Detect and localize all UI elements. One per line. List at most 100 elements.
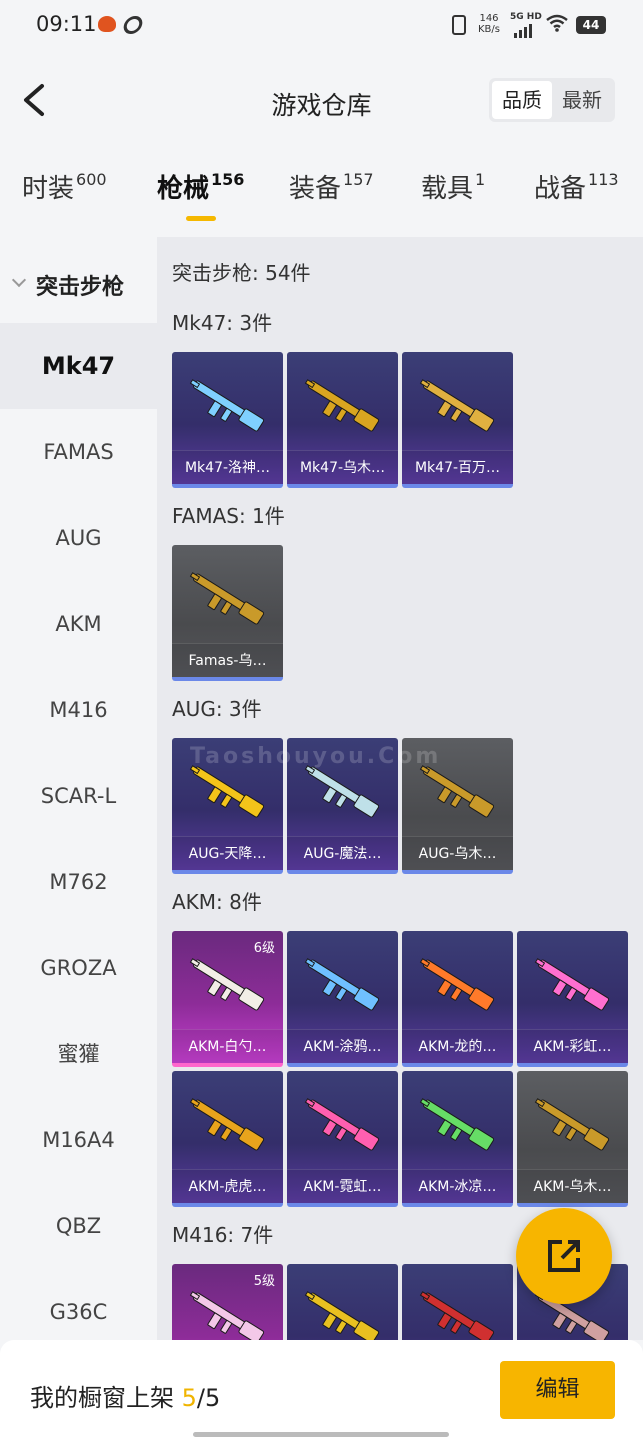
- tab-guns[interactable]: 枪械 156: [157, 168, 244, 205]
- weapon-card[interactable]: AKM-冰凉…: [402, 1071, 513, 1207]
- weapon-name: Mk47-百万…: [402, 450, 513, 484]
- section-title: FAMAS: 1件: [172, 504, 285, 528]
- weapon-name: AUG-天降…: [172, 836, 283, 870]
- weapon-card[interactable]: AKM-涂鸦…: [287, 931, 398, 1067]
- active-tab-indicator: [186, 216, 216, 221]
- rifle-icon: [189, 1098, 265, 1151]
- weapon-card[interactable]: 5级: [172, 1264, 283, 1340]
- sidebar-item-m16a4[interactable]: M16A4: [0, 1097, 157, 1183]
- network-type: 5G HD: [510, 12, 542, 22]
- rifle-icon: [534, 958, 610, 1011]
- tab-fashion[interactable]: 时装 600: [22, 168, 107, 205]
- tab-equipment[interactable]: 装备 157: [289, 168, 374, 205]
- tab-supplies[interactable]: 战备 113: [534, 168, 619, 205]
- rifle-icon: [534, 1098, 610, 1151]
- section-title: Mk47: 3件: [172, 311, 273, 335]
- weapon-name: AKM-乌木…: [517, 1169, 628, 1203]
- weapon-name: AKM-龙的…: [402, 1029, 513, 1063]
- rifle-icon: [189, 958, 265, 1011]
- rifle-icon: [189, 1291, 265, 1340]
- category-summary: 突击步枪: 54件: [172, 261, 311, 285]
- showcase-current-count: 5: [181, 1384, 197, 1412]
- sidebar-item-qbz[interactable]: QBZ: [0, 1183, 157, 1269]
- sidebar-item-groza[interactable]: GROZA: [0, 925, 157, 1011]
- weapon-card[interactable]: Mk47-百万…: [402, 352, 513, 488]
- header: 游戏仓库 品质 最新: [0, 52, 643, 152]
- sidebar-item-m762[interactable]: M762: [0, 839, 157, 925]
- weapon-name: Mk47-乌木…: [287, 450, 398, 484]
- weapon-name: AKM-霓虹…: [287, 1169, 398, 1203]
- edit-button[interactable]: 编辑: [500, 1361, 615, 1419]
- sidebar-item-akm[interactable]: AKM: [0, 581, 157, 667]
- weapon-card[interactable]: 6级 AKM-白勺…: [172, 931, 283, 1067]
- weapon-card[interactable]: Famas-乌…: [172, 545, 283, 681]
- sidebar-item-mk47[interactable]: Mk47: [0, 323, 157, 409]
- rifle-icon: [189, 572, 265, 625]
- weapon-name: Mk47-洛神…: [172, 450, 283, 484]
- battery-icon: 44: [576, 16, 606, 34]
- sidebar-item-m416[interactable]: M416: [0, 667, 157, 753]
- rifle-icon: [189, 379, 265, 432]
- tab-vehicles[interactable]: 载具 1: [421, 168, 485, 205]
- sort-toggle: 品质 最新: [489, 78, 615, 122]
- weapon-name: AKM-涂鸦…: [287, 1029, 398, 1063]
- network-speed: 146 KB/s: [478, 13, 500, 35]
- rifle-icon: [304, 1098, 380, 1151]
- rifle-icon: [419, 1098, 495, 1151]
- vibrate-icon: [452, 15, 466, 35]
- weapon-card[interactable]: AKM-乌木…: [517, 1071, 628, 1207]
- app2-notification-icon: [121, 16, 145, 34]
- sidebar-item-famas[interactable]: FAMAS: [0, 409, 157, 495]
- weapon-name: AUG-魔法…: [287, 836, 398, 870]
- showcase-status: 我的橱窗上架 5/5: [30, 1384, 221, 1412]
- weapon-sidebar: 突击步枪 Mk47 FAMAS AUG AKM M416 SCAR-L M762…: [0, 237, 157, 1340]
- weapon-card[interactable]: AKM-霓虹…: [287, 1071, 398, 1207]
- weapon-card[interactable]: Mk47-洛神…: [172, 352, 283, 488]
- weapon-card[interactable]: Mk47-乌木…: [287, 352, 398, 488]
- rifle-icon: [304, 765, 380, 818]
- rifle-icon: [304, 1291, 380, 1340]
- weapon-name: AKM-彩虹…: [517, 1029, 628, 1063]
- weapon-name: AKM-冰凉…: [402, 1169, 513, 1203]
- sidebar-item-aug[interactable]: AUG: [0, 495, 157, 581]
- rifle-icon: [304, 958, 380, 1011]
- app-notification-icon: [98, 16, 116, 32]
- wifi-icon: [546, 14, 568, 32]
- watermark-text: Taoshouyou.Com: [190, 744, 442, 769]
- signal-icon: [514, 24, 532, 38]
- section-title: AUG: 3件: [172, 697, 262, 721]
- weapon-name: Famas-乌…: [172, 643, 283, 677]
- sidebar-item-honey-badger[interactable]: 蜜獾: [0, 1011, 157, 1097]
- weapon-card[interactable]: [402, 1264, 513, 1340]
- weapon-card[interactable]: [287, 1264, 398, 1340]
- rifle-icon: [419, 1291, 495, 1340]
- weapon-card[interactable]: AKM-虎虎…: [172, 1071, 283, 1207]
- weapon-card[interactable]: AKM-龙的…: [402, 931, 513, 1067]
- bottom-bar: 我的橱窗上架 5/5 编辑: [0, 1340, 643, 1440]
- level-badge: 6级: [253, 941, 275, 956]
- share-float-button[interactable]: [516, 1208, 612, 1304]
- weapon-name: AUG-乌木…: [402, 836, 513, 870]
- weapon-card[interactable]: AKM-彩虹…: [517, 931, 628, 1067]
- home-indicator[interactable]: [193, 1432, 449, 1437]
- rifle-icon: [419, 765, 495, 818]
- section-title: M416: 7件: [172, 1223, 274, 1247]
- showcase-total-count: /5: [196, 1384, 221, 1412]
- rifle-icon: [189, 765, 265, 818]
- share-icon: [548, 1240, 580, 1272]
- sort-quality-button[interactable]: 品质: [492, 81, 552, 119]
- sort-newest-button[interactable]: 最新: [552, 81, 612, 119]
- sidebar-item-scar-l[interactable]: SCAR-L: [0, 753, 157, 839]
- level-badge: 5级: [253, 1274, 275, 1289]
- sidebar-group-label: 突击步枪: [36, 275, 125, 300]
- status-bar: 09:11 146 KB/s 5G HD 44: [0, 0, 643, 52]
- weapon-name: AKM-白勺…: [172, 1029, 283, 1063]
- sidebar-group-assault-rifles[interactable]: 突击步枪: [0, 237, 157, 323]
- section-title: AKM: 8件: [172, 890, 262, 914]
- status-time: 09:11: [36, 12, 97, 36]
- rifle-icon: [419, 958, 495, 1011]
- chevron-down-icon: [11, 272, 27, 288]
- weapon-grid-panel[interactable]: 突击步枪: 54件 Mk47: 3件 Mk47-洛神… Mk47-乌木… Mk47-百…: [157, 237, 643, 1340]
- category-tabs: 时装 600 枪械 156 装备 157 载具 1 战备 113: [0, 168, 643, 228]
- rifle-icon: [304, 379, 380, 432]
